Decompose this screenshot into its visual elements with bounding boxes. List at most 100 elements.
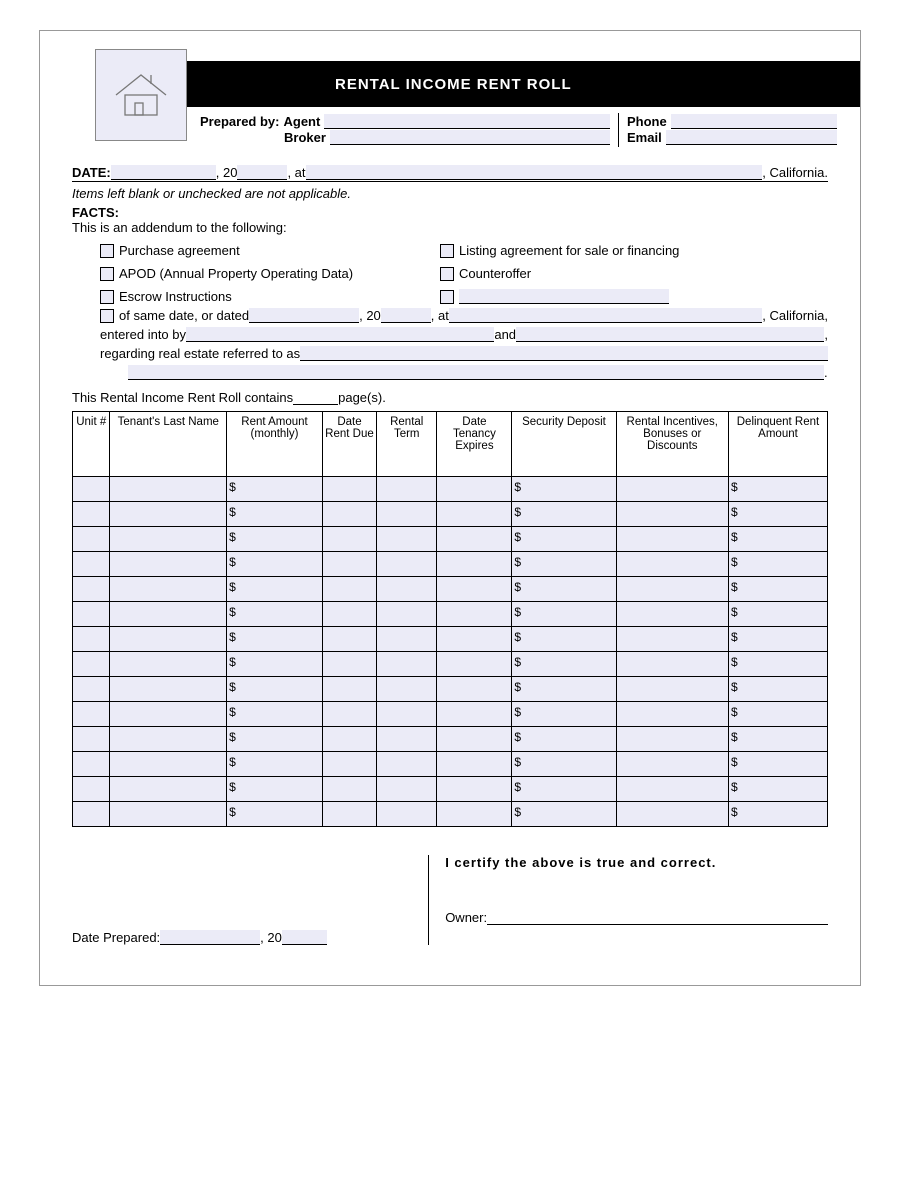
checkbox-samedate[interactable] — [100, 309, 114, 323]
table-cell[interactable] — [322, 777, 376, 802]
table-cell[interactable] — [227, 627, 323, 652]
table-cell[interactable] — [512, 652, 616, 677]
table-cell[interactable] — [227, 577, 323, 602]
broker-field[interactable] — [330, 130, 610, 145]
table-cell[interactable] — [437, 727, 512, 752]
owner-signature[interactable] — [487, 910, 828, 925]
table-cell[interactable] — [322, 502, 376, 527]
table-cell[interactable] — [616, 527, 728, 552]
table-cell[interactable] — [512, 777, 616, 802]
table-cell[interactable] — [616, 702, 728, 727]
table-cell[interactable] — [322, 602, 376, 627]
table-cell[interactable] — [110, 527, 227, 552]
table-cell[interactable] — [616, 502, 728, 527]
table-cell[interactable] — [110, 477, 227, 502]
table-cell[interactable] — [73, 802, 110, 827]
table-cell[interactable] — [227, 752, 323, 777]
table-cell[interactable] — [322, 477, 376, 502]
table-cell[interactable] — [377, 477, 437, 502]
table-cell[interactable] — [227, 502, 323, 527]
table-cell[interactable] — [616, 552, 728, 577]
table-cell[interactable] — [227, 652, 323, 677]
table-cell[interactable] — [110, 602, 227, 627]
table-cell[interactable] — [437, 577, 512, 602]
table-cell[interactable] — [437, 627, 512, 652]
table-cell[interactable] — [227, 727, 323, 752]
table-cell[interactable] — [616, 652, 728, 677]
table-cell[interactable] — [729, 552, 828, 577]
footer-year-field[interactable] — [282, 930, 327, 945]
table-cell[interactable] — [377, 702, 437, 727]
table-cell[interactable] — [616, 727, 728, 752]
table-cell[interactable] — [437, 602, 512, 627]
checkbox-apod[interactable] — [100, 267, 114, 281]
table-cell[interactable] — [616, 577, 728, 602]
table-cell[interactable] — [322, 577, 376, 602]
table-cell[interactable] — [512, 727, 616, 752]
table-cell[interactable] — [377, 727, 437, 752]
table-cell[interactable] — [512, 627, 616, 652]
regarding-field2[interactable] — [128, 365, 824, 380]
table-cell[interactable] — [377, 777, 437, 802]
table-cell[interactable] — [73, 602, 110, 627]
table-cell[interactable] — [616, 602, 728, 627]
table-cell[interactable] — [377, 502, 437, 527]
table-cell[interactable] — [512, 552, 616, 577]
table-cell[interactable] — [377, 527, 437, 552]
table-cell[interactable] — [437, 802, 512, 827]
agent-field[interactable] — [324, 114, 610, 129]
table-cell[interactable] — [227, 677, 323, 702]
checkbox-listing[interactable] — [440, 244, 454, 258]
table-cell[interactable] — [227, 702, 323, 727]
phone-field[interactable] — [671, 114, 837, 129]
table-cell[interactable] — [729, 802, 828, 827]
table-cell[interactable] — [512, 577, 616, 602]
table-cell[interactable] — [437, 777, 512, 802]
regarding-field1[interactable] — [300, 346, 828, 361]
table-cell[interactable] — [110, 802, 227, 827]
dated-year[interactable] — [381, 308, 431, 323]
table-cell[interactable] — [616, 752, 728, 777]
table-cell[interactable] — [227, 777, 323, 802]
table-cell[interactable] — [437, 527, 512, 552]
table-cell[interactable] — [729, 677, 828, 702]
checkbox-purchase[interactable] — [100, 244, 114, 258]
location-field[interactable] — [306, 165, 763, 180]
dated-location[interactable] — [449, 308, 762, 323]
table-cell[interactable] — [437, 752, 512, 777]
table-cell[interactable] — [616, 802, 728, 827]
table-cell[interactable] — [729, 502, 828, 527]
table-cell[interactable] — [73, 552, 110, 577]
table-cell[interactable] — [616, 677, 728, 702]
table-cell[interactable] — [322, 677, 376, 702]
table-cell[interactable] — [73, 577, 110, 602]
table-cell[interactable] — [322, 552, 376, 577]
table-cell[interactable] — [512, 527, 616, 552]
table-cell[interactable] — [616, 477, 728, 502]
table-cell[interactable] — [377, 627, 437, 652]
other-field[interactable] — [459, 289, 669, 304]
table-cell[interactable] — [512, 602, 616, 627]
table-cell[interactable] — [110, 552, 227, 577]
table-cell[interactable] — [322, 727, 376, 752]
table-cell[interactable] — [73, 702, 110, 727]
table-cell[interactable] — [110, 777, 227, 802]
email-field[interactable] — [666, 130, 837, 145]
checkbox-counter[interactable] — [440, 267, 454, 281]
table-cell[interactable] — [729, 702, 828, 727]
table-cell[interactable] — [322, 527, 376, 552]
table-cell[interactable] — [110, 577, 227, 602]
table-cell[interactable] — [322, 627, 376, 652]
table-cell[interactable] — [110, 652, 227, 677]
table-cell[interactable] — [227, 602, 323, 627]
table-cell[interactable] — [437, 702, 512, 727]
table-cell[interactable] — [437, 552, 512, 577]
table-cell[interactable] — [73, 777, 110, 802]
table-cell[interactable] — [437, 477, 512, 502]
entered-field1[interactable] — [186, 327, 494, 342]
checkbox-escrow[interactable] — [100, 290, 114, 304]
table-cell[interactable] — [73, 527, 110, 552]
table-cell[interactable] — [110, 627, 227, 652]
entered-field2[interactable] — [516, 327, 824, 342]
table-cell[interactable] — [73, 727, 110, 752]
